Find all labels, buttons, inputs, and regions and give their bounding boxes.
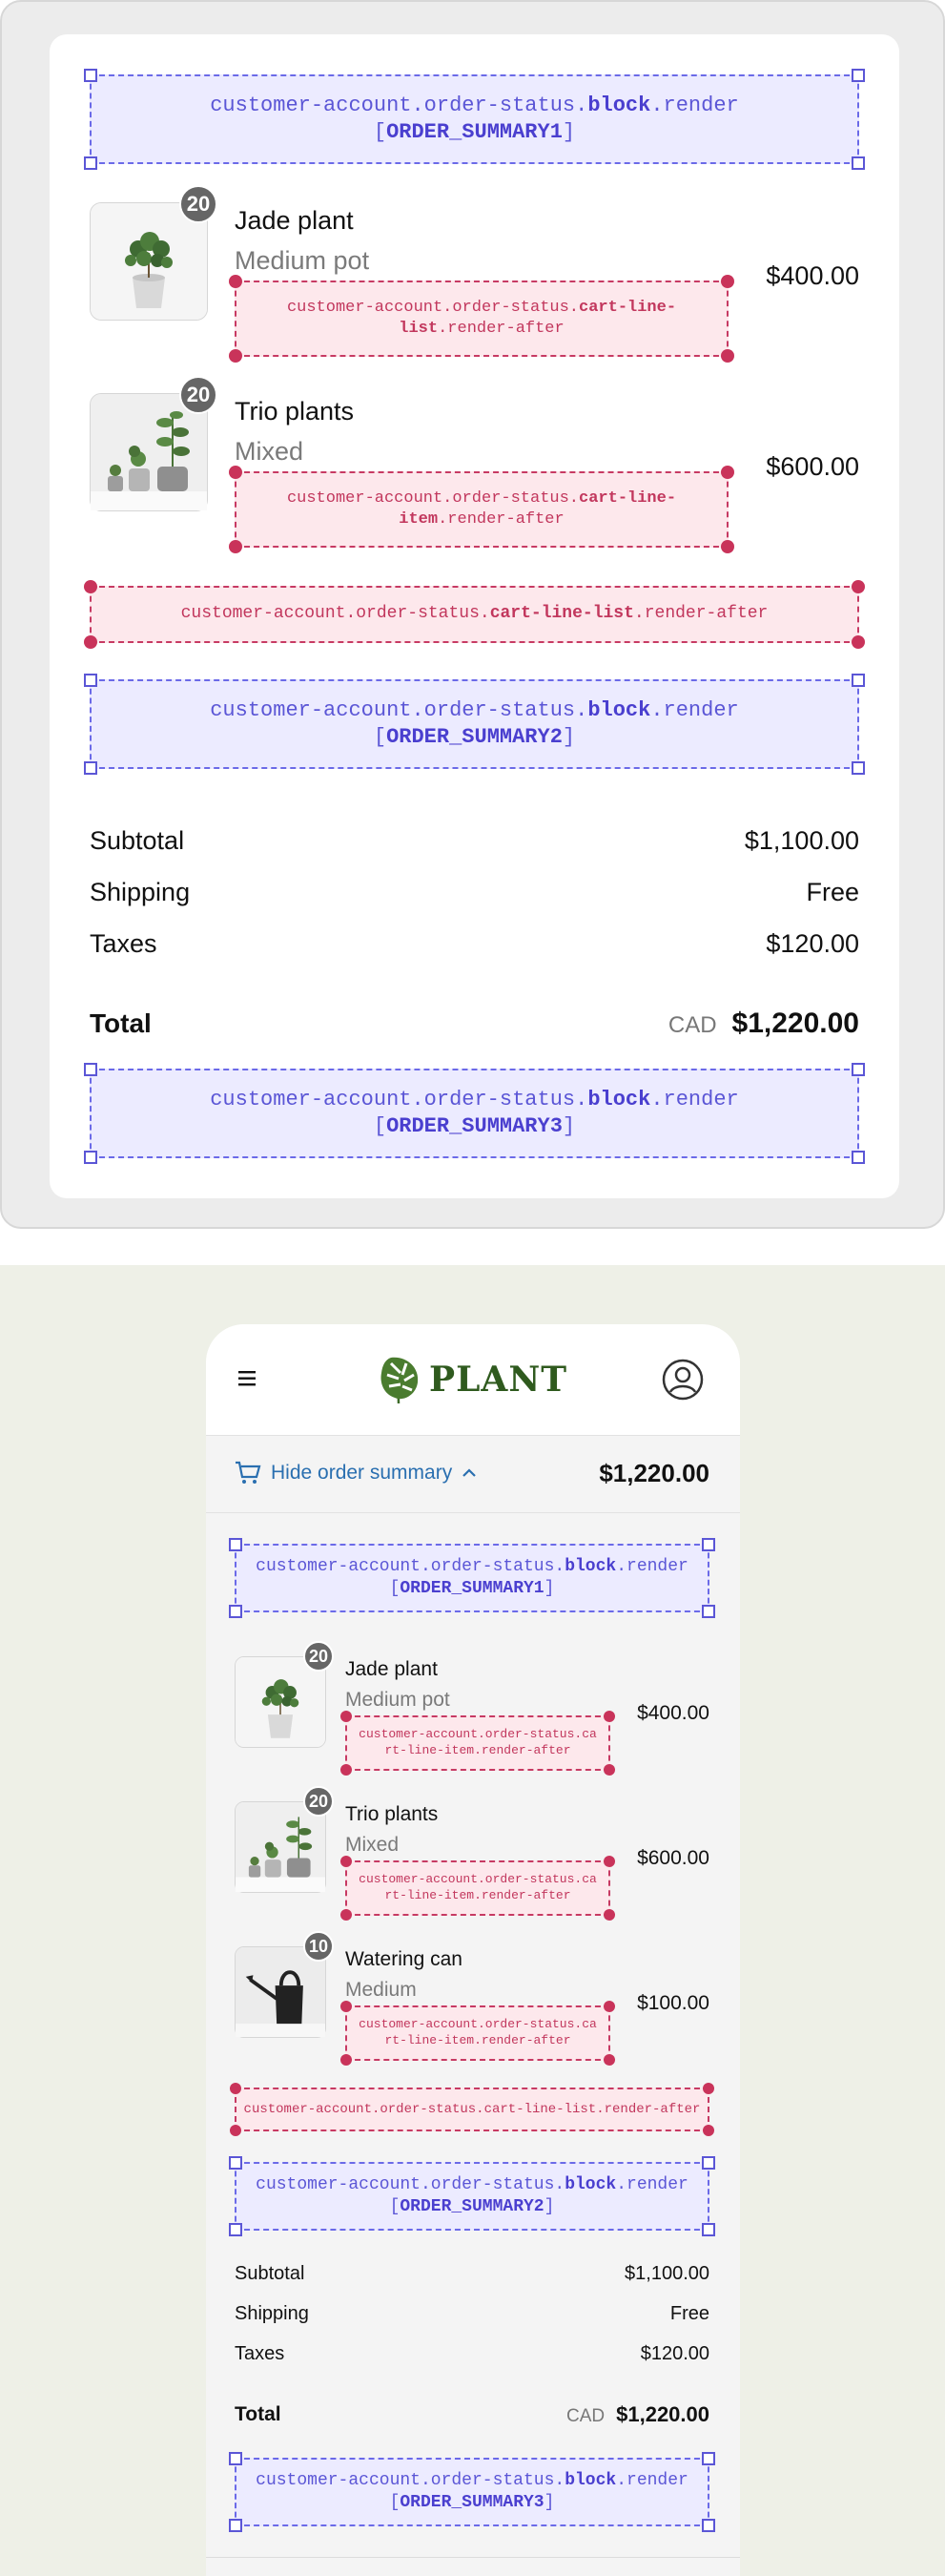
taxes-value: $120.00 [640,2343,709,2364]
shipping-label: Shipping [235,2303,309,2324]
total-value: $1,220.00 [731,1008,859,1039]
toggle-label: Hide order summary [271,1462,453,1484]
taxes-row: Taxes $120.00 [90,929,859,959]
block-target-label: customer-account.order-status.block.rend… [210,698,739,722]
product-price: $400.00 [637,1702,709,1724]
quantity-badge: 20 [179,376,217,414]
shipping-label: Shipping [90,878,191,906]
block-target-name: [ORDER_SUMMARY2] [389,2197,555,2216]
product-variant: Mixed [235,437,304,466]
product-price: $600.00 [637,1847,709,1869]
block-target-label: customer-account.order-status.block.rend… [256,1557,688,1576]
block-target-name: [ORDER_SUMMARY1] [389,1579,555,1598]
brand-logo[interactable]: PLANT [378,1351,567,1408]
mobile-phone-frame: PLANT Hide order summary $1,220.00 custo… [206,1324,740,2576]
account-icon[interactable] [662,1359,704,1401]
cart-line-item-render-after-extension: customer-account.order-status.cart-line-… [340,2001,615,2066]
total-row: Total CAD $1,220.00 [235,2402,709,2427]
hamburger-icon[interactable] [238,1370,257,1387]
extension-target-label: customer-account.order-status.cart-line-… [286,298,677,338]
extension-target-label: customer-account.order-status.cart-line-… [359,2017,597,2047]
block-target-name: [ORDER_SUMMARY3] [373,1114,576,1138]
jade-plant-image [236,1657,325,1747]
total-value: $1,220.00 [616,2402,709,2426]
mobile-header: PLANT [206,1324,740,1435]
product-variant: Mixed [345,1834,400,1856]
section-divider [206,2557,740,2558]
subtotal-value: $1,100.00 [625,2263,709,2284]
hide-order-summary-toggle[interactable]: Hide order summary [235,1461,477,1485]
extension-target-label: customer-account.order-status.cart-line-… [359,1872,597,1902]
product-variant: Medium pot [235,246,370,275]
product-variant: Medium [345,1979,417,2001]
subtotal-label: Subtotal [90,826,185,855]
subtotal-row: Subtotal $1,100.00 [90,826,859,856]
product-name: Trio plants [235,397,355,426]
product-price: $400.00 [766,261,859,290]
taxes-row: Taxes $120.00 [235,2343,709,2365]
total-amount: CAD $1,220.00 [668,1008,859,1040]
product-price: $100.00 [637,1992,709,2014]
block-extension-order-summary3: customer-account.order-status.block.rend… [84,1063,865,1164]
product-price: $600.00 [766,452,859,481]
extension-target-label: customer-account.order-status.cart-line-… [359,1727,597,1757]
product-name: Trio plants [345,1803,439,1825]
shipping-value: Free [669,2303,709,2324]
cart-line-list-render-after-extension: customer-account.order-status.cart-line-… [230,2083,714,2136]
block-target-label: customer-account.order-status.block.rend… [210,93,739,117]
currency-code: CAD [668,1012,717,1038]
monstera-leaf-icon [380,1357,419,1404]
block-target-label: customer-account.order-status.block.rend… [256,2471,688,2490]
chevron-up-icon [462,1468,477,1477]
extension-target-label: customer-account.order-status.cart-line-… [243,2101,701,2117]
block-extension-order-summary3: customer-account.order-status.block.rend… [229,2452,715,2532]
block-target-name: [ORDER_SUMMARY3] [389,2493,555,2512]
block-target-name: [ORDER_SUMMARY2] [373,725,576,749]
product-name: Watering can [345,1948,462,1970]
brand-name: PLANT [429,1360,568,1400]
subtotal-label: Subtotal [235,2263,305,2284]
cart-line-item-render-after-extension: customer-account.order-status.cart-line-… [340,1856,615,1921]
trio-plants-image [236,1802,325,1892]
block-extension-order-summary2: customer-account.order-status.block.rend… [229,2156,715,2236]
total-amount: CAD $1,220.00 [566,2402,709,2427]
product-variant: Medium pot [345,1689,450,1711]
cart-icon [236,1461,261,1484]
shipping-row: Shipping Free [90,878,859,907]
block-extension-order-summary1: customer-account.order-status.block.rend… [229,1538,715,1618]
total-label: Total [90,1008,152,1038]
quantity-badge: 20 [303,1786,334,1817]
order-summary-card: customer-account.order-status.block.rend… [50,34,899,1198]
quantity-badge: 20 [303,1641,334,1672]
summary-total: $1,220.00 [599,1459,709,1487]
block-extension-order-summary2: customer-account.order-status.block.rend… [84,674,865,775]
cart-line-item-render-after-extension: customer-account.order-status.cart-line-… [229,466,734,553]
cart-line-list-render-after-extension: customer-account.order-status.cart-line-… [84,580,865,649]
block-extension-order-summary1: customer-account.order-status.block.rend… [84,69,865,170]
taxes-label: Taxes [235,2343,285,2364]
block-target-label: customer-account.order-status.block.rend… [210,1088,739,1111]
shipping-row: Shipping Free [235,2303,709,2325]
taxes-value: $120.00 [766,929,859,958]
cart-line-list-render-after-extension: customer-account.order-status.cart-line-… [229,275,734,363]
total-label: Total [235,2403,281,2425]
subtotal-row: Subtotal $1,100.00 [235,2263,709,2285]
extension-target-label: customer-account.order-status.cart-line-… [180,604,769,624]
shipping-value: Free [806,878,859,906]
currency-code: CAD [566,2406,606,2426]
quantity-badge: 10 [303,1931,334,1962]
quantity-badge: 20 [179,185,217,223]
taxes-label: Taxes [90,929,157,958]
cart-line-item-render-after-extension: customer-account.order-status.cart-line-… [340,1711,615,1776]
watering-can-image [236,1947,325,2037]
block-target-name: [ORDER_SUMMARY1] [373,120,576,144]
total-row: Total CAD $1,220.00 [90,1008,859,1040]
desktop-preview-frame: customer-account.order-status.block.rend… [0,0,945,1229]
order-summary-toggle-bar: Hide order summary $1,220.00 [206,1435,740,1513]
product-name: Jade plant [345,1658,438,1680]
extension-target-label: customer-account.order-status.cart-line-… [286,488,677,529]
product-name: Jade plant [235,206,354,235]
subtotal-value: $1,100.00 [744,826,859,855]
block-target-label: customer-account.order-status.block.rend… [256,2175,688,2194]
